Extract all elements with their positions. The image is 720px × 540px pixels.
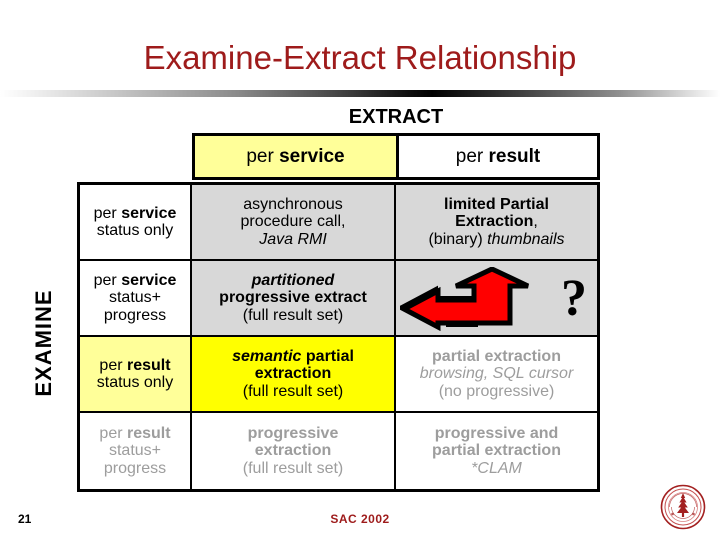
cell-service-result-line1: limited Partial: [444, 196, 549, 214]
cell-result-service-line3: (full result set): [242, 382, 344, 400]
column-header-per-service: per service: [192, 133, 399, 180]
cell-service-result-line2-comma: ,: [533, 213, 538, 231]
axis-label-examine: EXAMINE: [31, 289, 56, 397]
cell-resultprogress-service-line2: extraction: [254, 442, 332, 460]
cell-result-service-line1-italic: semantic: [232, 348, 302, 366]
row4-header-strong: result: [127, 425, 171, 443]
cell-service-service-line1: asynchronous: [243, 196, 343, 214]
title-divider: [0, 90, 720, 97]
row4-header-prefix: per: [99, 425, 127, 443]
row-header-per-service-status-only: per service status only: [80, 185, 192, 261]
row1-header-strong: service: [121, 204, 177, 222]
cell-resultprogress-result-line2: partial extraction: [432, 442, 561, 460]
cell-serviceprogress-service: partitioned progressive extract (full re…: [192, 261, 396, 337]
row2-header-line2: status+: [108, 289, 162, 307]
column-header-service-prefix: per: [246, 145, 280, 167]
row3-header-prefix: per: [99, 356, 127, 374]
cell-service-result-line3-italic: thumbnails: [487, 230, 565, 248]
question-mark-glyph: ?: [561, 270, 587, 328]
page-title: Examine-Extract Relationship: [143, 39, 577, 76]
row-header-per-service-status-progress: per service status+ progress: [80, 261, 192, 337]
row2-header-prefix: per: [93, 272, 122, 290]
bent-arrow-left-up-icon: [400, 267, 530, 332]
cell-result-service: semantic partial extraction (full result…: [192, 337, 396, 413]
cell-service-service-line3: Java RMI: [259, 230, 327, 248]
cell-serviceprogress-service-line2: progressive extract: [219, 289, 367, 307]
cell-service-service-line2: procedure call,: [240, 213, 346, 231]
row1-header-line2: status only: [96, 222, 174, 239]
row4-header-line2: status+: [108, 442, 162, 460]
cell-service-result-line2-strong: Extraction: [455, 213, 534, 231]
column-header-service-strong: service: [279, 145, 345, 167]
column-header-per-result: per result: [396, 133, 600, 180]
cell-service-result-line3-prefix: (binary): [428, 230, 488, 248]
stanford-seal-icon: [660, 484, 706, 530]
row3-header-line2: status only: [96, 374, 174, 391]
cell-resultprogress-result: progressive and partial extraction *CLAM: [396, 413, 597, 489]
row3-header-strong: result: [127, 356, 171, 374]
column-header-result-prefix: per: [455, 145, 489, 167]
cell-resultprogress-service-line1: progressive: [247, 425, 339, 443]
cell-serviceprogress-result: ?: [396, 261, 597, 337]
cell-result-service-line2: extraction: [254, 365, 332, 383]
column-header-result-strong: result: [488, 145, 541, 167]
cell-result-result-line1: partial extraction: [432, 348, 561, 366]
cell-result-result-line2: browsing, SQL cursor: [419, 365, 574, 383]
cell-resultprogress-service-line3: (full result set): [242, 459, 344, 477]
cell-serviceprogress-service-line3: (full result set): [242, 306, 344, 324]
cell-result-service-line1-bold: partial: [301, 348, 354, 366]
cell-resultprogress-result-line1: progressive and: [434, 425, 559, 443]
cell-result-result-line3: (no progressive): [438, 382, 555, 400]
row2-header-strong: service: [121, 272, 177, 290]
row-header-per-result-status-progress: per result status+ progress: [80, 413, 192, 489]
row2-header-line3: progress: [103, 306, 167, 324]
row4-header-line3: progress: [103, 459, 167, 477]
cell-resultprogress-result-line3: *CLAM: [471, 459, 522, 477]
examine-extract-matrix: per service status only asynchronous pro…: [77, 182, 600, 492]
conference-label: SAC 2002: [330, 512, 390, 526]
cell-service-result: limited Partial Extraction, (binary) thu…: [396, 185, 597, 261]
axis-label-extract: EXTRACT: [348, 106, 444, 128]
row1-header-prefix: per: [93, 204, 122, 222]
cell-service-service: asynchronous procedure call, Java RMI: [192, 185, 396, 261]
cell-resultprogress-service: progressive extraction (full result set): [192, 413, 396, 489]
cell-result-result: partial extraction browsing, SQL cursor …: [396, 337, 597, 413]
row-header-per-result-status-only: per result status only: [80, 337, 192, 413]
cell-serviceprogress-service-line1: partitioned: [251, 272, 335, 290]
